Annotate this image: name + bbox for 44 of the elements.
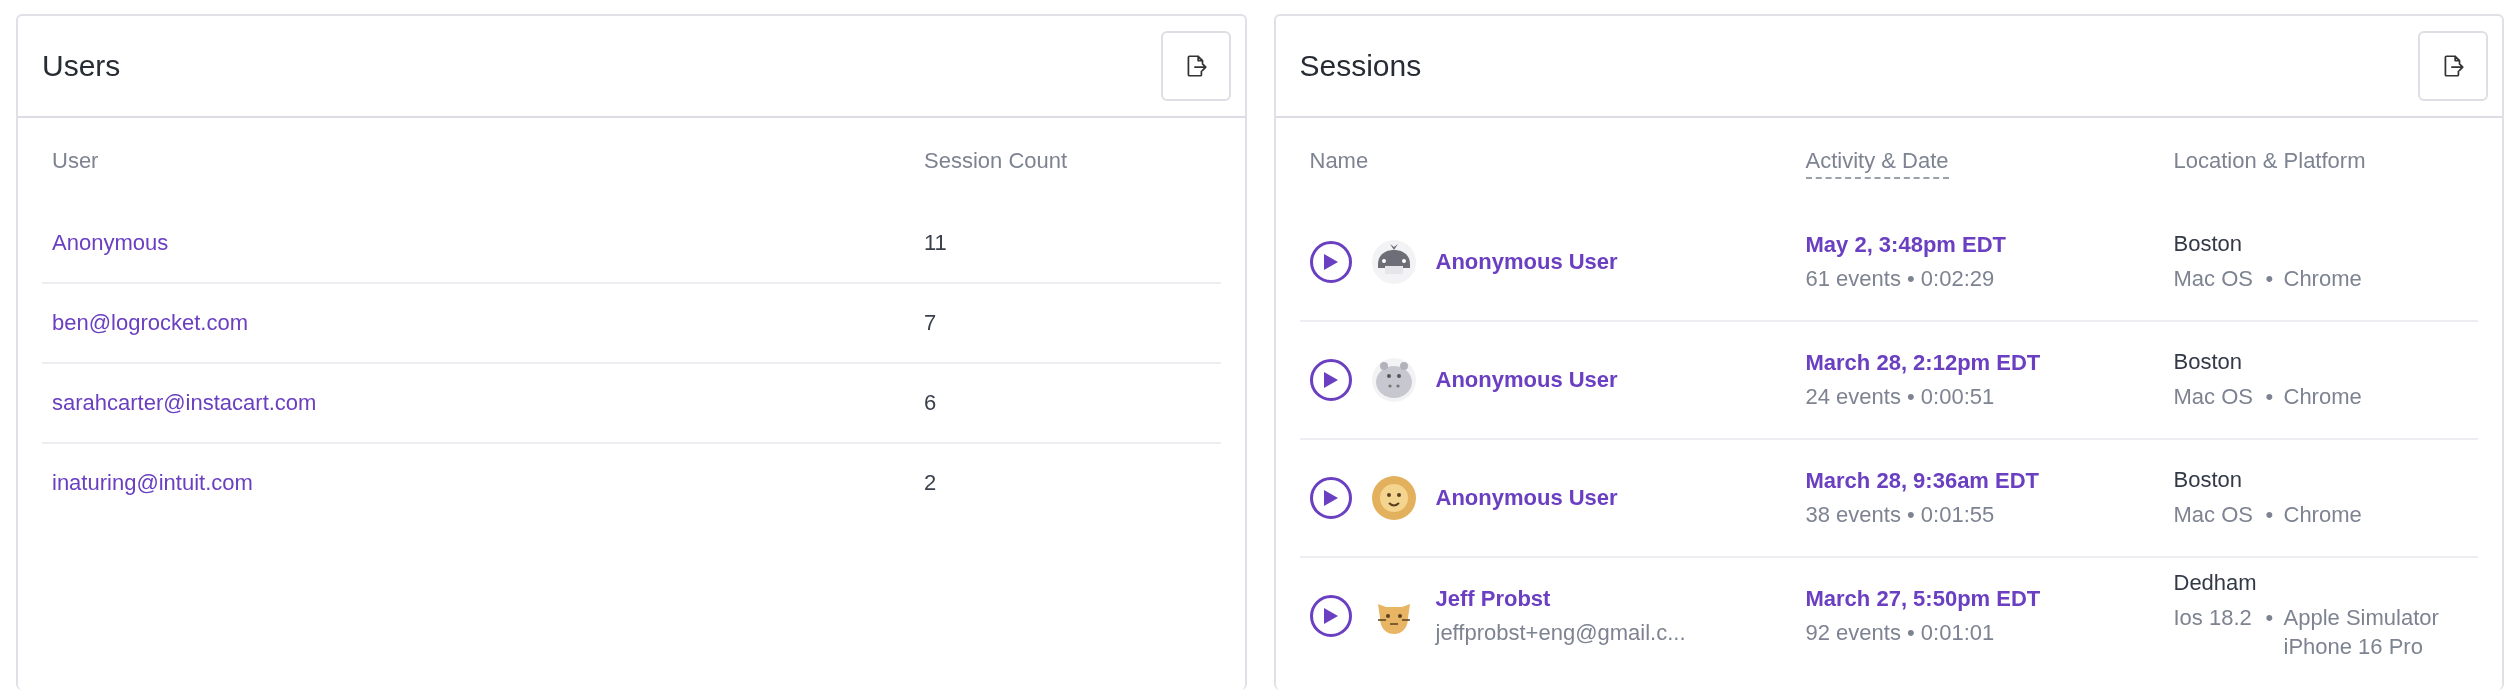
session-date-link[interactable]: March 28, 2:12pm EDT [1805, 350, 2041, 376]
os-text: Mac OS [2173, 382, 2254, 411]
user-link[interactable]: inaturing@intuit.com [52, 470, 253, 496]
location-text: Boston [2173, 466, 2243, 493]
user-link[interactable]: sarahcarter@instacart.com [52, 390, 317, 416]
column-header: Session Count [923, 147, 1069, 175]
activity-summary: 61 events • 0:02:29 [1805, 266, 1996, 292]
column-header: Location & Platform [2172, 147, 2367, 175]
os-text: Ios 18.2 [2173, 604, 2253, 633]
panel-title: Users [42, 49, 121, 83]
column-header[interactable]: Activity & Date [1805, 148, 1949, 179]
location-text: Boston [2173, 230, 2243, 257]
session-date-link[interactable]: March 27, 5:50pm EDT [1805, 586, 2041, 612]
session-count: 6 [924, 390, 937, 416]
separator-dot: • [2265, 500, 2275, 529]
os-text: Mac OS [2173, 264, 2254, 293]
location-text: Boston [2173, 348, 2243, 375]
browser-text: Chrome [2283, 500, 2363, 529]
panel-title: Sessions [1299, 49, 1422, 83]
user-link[interactable]: Anonymous [52, 230, 169, 256]
user-name-link[interactable]: Anonymous User [1435, 367, 1618, 393]
separator-dot: • [2265, 382, 2275, 411]
user-name-link[interactable]: Jeff Probst [1435, 586, 1686, 612]
separator-dot: • [2265, 604, 2275, 633]
session-count: 2 [924, 470, 937, 496]
browser-text: Chrome [2283, 382, 2363, 411]
user-name-link[interactable]: Anonymous User [1435, 485, 1618, 511]
activity-summary: 38 events • 0:01:55 [1805, 502, 1996, 528]
column-header: User [51, 147, 100, 175]
session-date-link[interactable]: May 2, 3:48pm EDT [1805, 232, 2006, 258]
session-count: 11 [924, 230, 947, 256]
column-header: Name [1308, 147, 1370, 175]
session-count: 7 [924, 310, 937, 336]
session-date-link[interactable]: March 28, 9:36am EDT [1805, 468, 2040, 494]
separator-dot: • [2265, 264, 2275, 293]
browser-text: Apple Simulator iPhone 16 Pro [2283, 604, 2440, 661]
os-text: Mac OS [2173, 500, 2254, 529]
user-link[interactable]: ben@logrocket.com [52, 310, 248, 336]
location-text: Dedham [2173, 570, 2258, 597]
user-name-link[interactable]: Anonymous User [1435, 249, 1618, 275]
user-email: jeffprobst+eng@gmail.c... [1435, 620, 1686, 646]
activity-summary: 24 events • 0:00:51 [1805, 384, 1996, 410]
activity-summary: 92 events • 0:01:01 [1805, 620, 1996, 646]
browser-text: Chrome [2283, 264, 2363, 293]
